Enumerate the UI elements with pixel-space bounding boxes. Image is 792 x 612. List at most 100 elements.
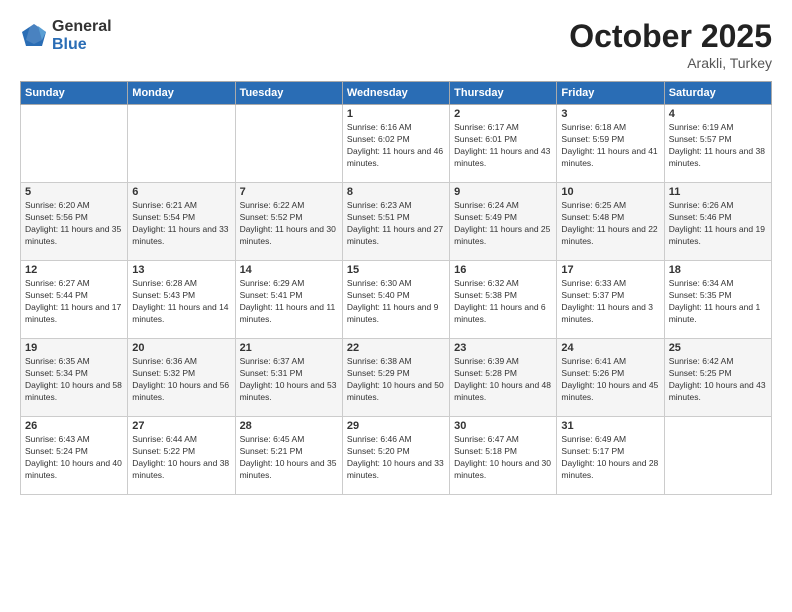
- day-number: 7: [240, 186, 338, 198]
- day-info: Sunrise: 6:36 AMSunset: 5:32 PMDaylight:…: [132, 356, 229, 402]
- day-number: 22: [347, 342, 445, 354]
- day-number: 30: [454, 420, 552, 432]
- day-number: 16: [454, 264, 552, 276]
- day-number: 9: [454, 186, 552, 198]
- table-row: 6 Sunrise: 6:21 AMSunset: 5:54 PMDayligh…: [128, 183, 235, 261]
- day-info: Sunrise: 6:18 AMSunset: 5:59 PMDaylight:…: [561, 122, 657, 168]
- table-row: 30 Sunrise: 6:47 AMSunset: 5:18 PMDaylig…: [450, 417, 557, 495]
- table-row: 16 Sunrise: 6:32 AMSunset: 5:38 PMDaylig…: [450, 261, 557, 339]
- day-info: Sunrise: 6:45 AMSunset: 5:21 PMDaylight:…: [240, 434, 337, 480]
- table-row: 9 Sunrise: 6:24 AMSunset: 5:49 PMDayligh…: [450, 183, 557, 261]
- day-number: 15: [347, 264, 445, 276]
- day-number: 10: [561, 186, 659, 198]
- table-row: 21 Sunrise: 6:37 AMSunset: 5:31 PMDaylig…: [235, 339, 342, 417]
- day-number: 20: [132, 342, 230, 354]
- day-info: Sunrise: 6:30 AMSunset: 5:40 PMDaylight:…: [347, 278, 439, 324]
- table-row: 24 Sunrise: 6:41 AMSunset: 5:26 PMDaylig…: [557, 339, 664, 417]
- location-title: Arakli, Turkey: [569, 55, 772, 71]
- day-info: Sunrise: 6:27 AMSunset: 5:44 PMDaylight:…: [25, 278, 121, 324]
- title-block: October 2025 Arakli, Turkey: [569, 18, 772, 71]
- header-tuesday: Tuesday: [235, 82, 342, 105]
- day-number: 27: [132, 420, 230, 432]
- day-number: 23: [454, 342, 552, 354]
- day-number: 26: [25, 420, 123, 432]
- day-info: Sunrise: 6:24 AMSunset: 5:49 PMDaylight:…: [454, 200, 550, 246]
- day-number: 31: [561, 420, 659, 432]
- table-row: 13 Sunrise: 6:28 AMSunset: 5:43 PMDaylig…: [128, 261, 235, 339]
- day-number: 13: [132, 264, 230, 276]
- day-info: Sunrise: 6:41 AMSunset: 5:26 PMDaylight:…: [561, 356, 658, 402]
- day-info: Sunrise: 6:34 AMSunset: 5:35 PMDaylight:…: [669, 278, 761, 324]
- calendar-week-row: 19 Sunrise: 6:35 AMSunset: 5:34 PMDaylig…: [21, 339, 772, 417]
- day-number: 12: [25, 264, 123, 276]
- table-row: 5 Sunrise: 6:20 AMSunset: 5:56 PMDayligh…: [21, 183, 128, 261]
- table-row: 2 Sunrise: 6:17 AMSunset: 6:01 PMDayligh…: [450, 105, 557, 183]
- logo-general-text: General: [52, 18, 112, 36]
- calendar-week-row: 26 Sunrise: 6:43 AMSunset: 5:24 PMDaylig…: [21, 417, 772, 495]
- table-row: 4 Sunrise: 6:19 AMSunset: 5:57 PMDayligh…: [664, 105, 771, 183]
- day-info: Sunrise: 6:20 AMSunset: 5:56 PMDaylight:…: [25, 200, 121, 246]
- day-number: 1: [347, 108, 445, 120]
- calendar-page: General Blue October 2025 Arakli, Turkey…: [0, 0, 792, 612]
- header: General Blue October 2025 Arakli, Turkey: [20, 18, 772, 71]
- day-number: 5: [25, 186, 123, 198]
- day-info: Sunrise: 6:19 AMSunset: 5:57 PMDaylight:…: [669, 122, 765, 168]
- day-number: 19: [25, 342, 123, 354]
- header-monday: Monday: [128, 82, 235, 105]
- table-row: [128, 105, 235, 183]
- calendar-week-row: 5 Sunrise: 6:20 AMSunset: 5:56 PMDayligh…: [21, 183, 772, 261]
- day-number: 3: [561, 108, 659, 120]
- table-row: 25 Sunrise: 6:42 AMSunset: 5:25 PMDaylig…: [664, 339, 771, 417]
- day-number: 4: [669, 108, 767, 120]
- day-info: Sunrise: 6:47 AMSunset: 5:18 PMDaylight:…: [454, 434, 551, 480]
- logo-text: General Blue: [52, 18, 112, 53]
- logo: General Blue: [20, 18, 112, 53]
- day-info: Sunrise: 6:28 AMSunset: 5:43 PMDaylight:…: [132, 278, 228, 324]
- header-wednesday: Wednesday: [342, 82, 449, 105]
- header-friday: Friday: [557, 82, 664, 105]
- day-info: Sunrise: 6:22 AMSunset: 5:52 PMDaylight:…: [240, 200, 336, 246]
- logo-blue-text: Blue: [52, 36, 112, 54]
- table-row: 7 Sunrise: 6:22 AMSunset: 5:52 PMDayligh…: [235, 183, 342, 261]
- table-row: 10 Sunrise: 6:25 AMSunset: 5:48 PMDaylig…: [557, 183, 664, 261]
- table-row: [235, 105, 342, 183]
- day-info: Sunrise: 6:49 AMSunset: 5:17 PMDaylight:…: [561, 434, 658, 480]
- day-info: Sunrise: 6:37 AMSunset: 5:31 PMDaylight:…: [240, 356, 337, 402]
- calendar-week-row: 12 Sunrise: 6:27 AMSunset: 5:44 PMDaylig…: [21, 261, 772, 339]
- day-number: 17: [561, 264, 659, 276]
- table-row: 31 Sunrise: 6:49 AMSunset: 5:17 PMDaylig…: [557, 417, 664, 495]
- table-row: 17 Sunrise: 6:33 AMSunset: 5:37 PMDaylig…: [557, 261, 664, 339]
- table-row: 19 Sunrise: 6:35 AMSunset: 5:34 PMDaylig…: [21, 339, 128, 417]
- header-sunday: Sunday: [21, 82, 128, 105]
- logo-icon: [20, 22, 48, 50]
- table-row: 23 Sunrise: 6:39 AMSunset: 5:28 PMDaylig…: [450, 339, 557, 417]
- day-number: 14: [240, 264, 338, 276]
- table-row: 26 Sunrise: 6:43 AMSunset: 5:24 PMDaylig…: [21, 417, 128, 495]
- day-number: 24: [561, 342, 659, 354]
- day-info: Sunrise: 6:29 AMSunset: 5:41 PMDaylight:…: [240, 278, 336, 324]
- day-info: Sunrise: 6:32 AMSunset: 5:38 PMDaylight:…: [454, 278, 546, 324]
- table-row: [21, 105, 128, 183]
- table-row: 14 Sunrise: 6:29 AMSunset: 5:41 PMDaylig…: [235, 261, 342, 339]
- day-info: Sunrise: 6:39 AMSunset: 5:28 PMDaylight:…: [454, 356, 551, 402]
- table-row: [664, 417, 771, 495]
- table-row: 20 Sunrise: 6:36 AMSunset: 5:32 PMDaylig…: [128, 339, 235, 417]
- day-number: 25: [669, 342, 767, 354]
- day-number: 6: [132, 186, 230, 198]
- day-info: Sunrise: 6:38 AMSunset: 5:29 PMDaylight:…: [347, 356, 444, 402]
- table-row: 28 Sunrise: 6:45 AMSunset: 5:21 PMDaylig…: [235, 417, 342, 495]
- table-row: 3 Sunrise: 6:18 AMSunset: 5:59 PMDayligh…: [557, 105, 664, 183]
- table-row: 1 Sunrise: 6:16 AMSunset: 6:02 PMDayligh…: [342, 105, 449, 183]
- day-info: Sunrise: 6:46 AMSunset: 5:20 PMDaylight:…: [347, 434, 444, 480]
- table-row: 27 Sunrise: 6:44 AMSunset: 5:22 PMDaylig…: [128, 417, 235, 495]
- calendar-week-row: 1 Sunrise: 6:16 AMSunset: 6:02 PMDayligh…: [21, 105, 772, 183]
- day-info: Sunrise: 6:23 AMSunset: 5:51 PMDaylight:…: [347, 200, 443, 246]
- header-saturday: Saturday: [664, 82, 771, 105]
- day-number: 28: [240, 420, 338, 432]
- header-thursday: Thursday: [450, 82, 557, 105]
- day-info: Sunrise: 6:33 AMSunset: 5:37 PMDaylight:…: [561, 278, 653, 324]
- table-row: 15 Sunrise: 6:30 AMSunset: 5:40 PMDaylig…: [342, 261, 449, 339]
- day-info: Sunrise: 6:25 AMSunset: 5:48 PMDaylight:…: [561, 200, 657, 246]
- day-number: 2: [454, 108, 552, 120]
- table-row: 12 Sunrise: 6:27 AMSunset: 5:44 PMDaylig…: [21, 261, 128, 339]
